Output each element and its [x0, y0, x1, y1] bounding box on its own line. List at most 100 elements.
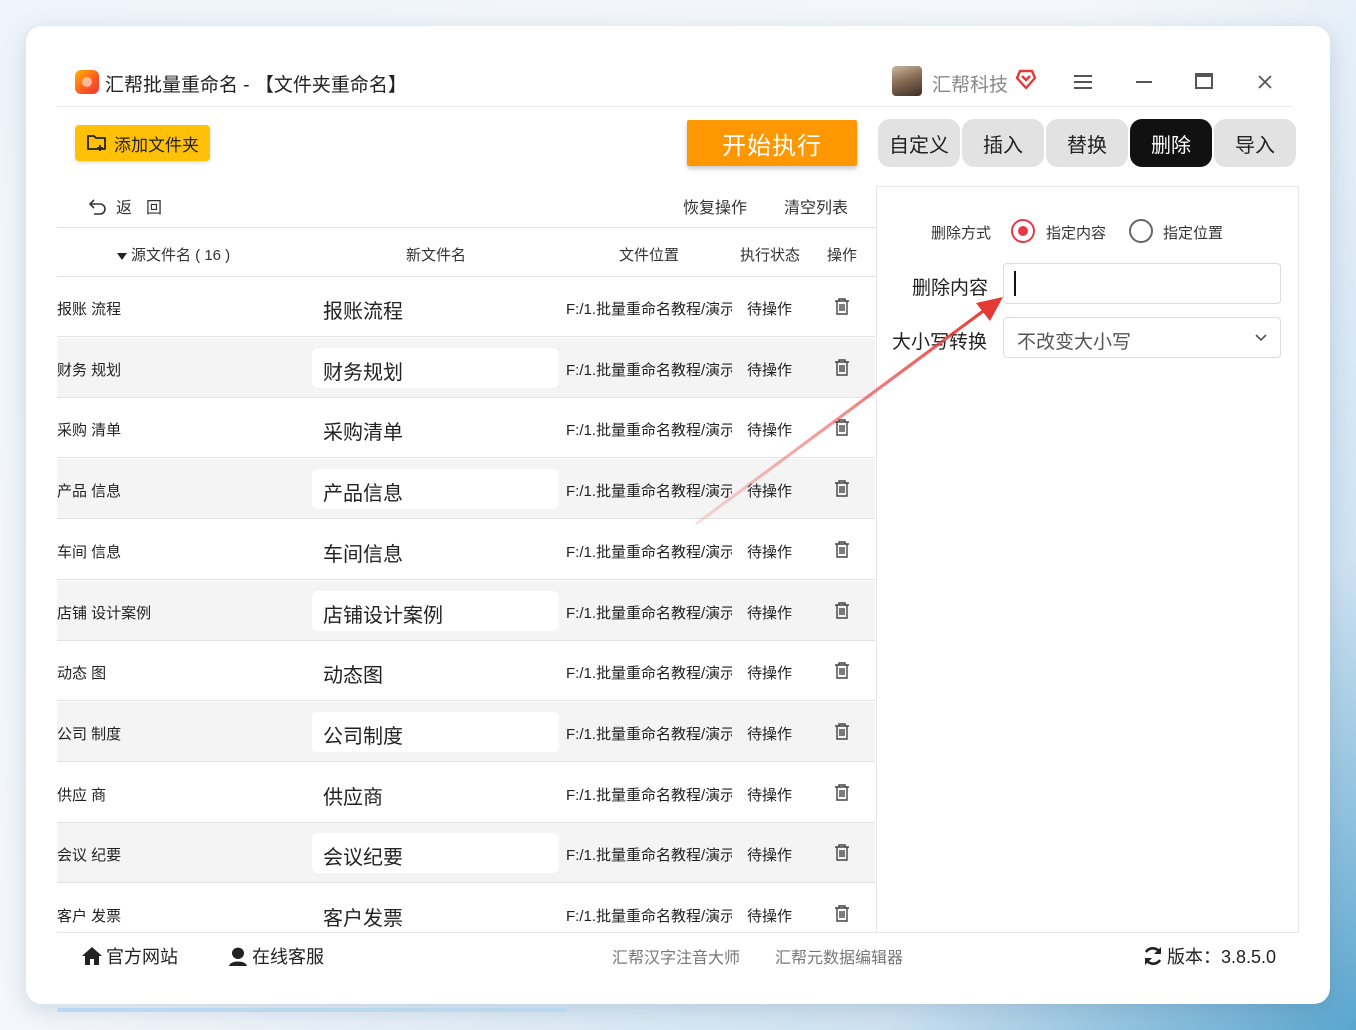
radio-specified-position[interactable] — [1129, 219, 1153, 243]
menu-icon[interactable] — [1074, 74, 1092, 90]
footer-divider — [57, 932, 1299, 933]
pinyin-tool-link[interactable]: 汇帮汉字注音大师 — [612, 944, 740, 968]
back-button[interactable]: 返回 — [88, 194, 176, 218]
table-row[interactable]: 供应 商 供应商 F:/1.批量重命名教程/演示 待操作 — [57, 763, 875, 823]
new-name: 报账流程 — [323, 301, 403, 323]
support-icon — [229, 946, 247, 966]
version-label: 版本：3.8.5.0 — [1167, 947, 1277, 967]
trash-icon[interactable] — [834, 358, 850, 377]
tab-insert[interactable]: 插入 — [962, 119, 1044, 167]
new-name: 店铺设计案例 — [323, 604, 443, 627]
new-name: 动态图 — [323, 665, 383, 688]
trash-icon[interactable] — [834, 904, 850, 923]
sort-desc-icon — [117, 252, 127, 260]
file-location: F:/1.批量重命名教程/演示 — [566, 483, 732, 501]
add-folder-icon — [87, 135, 106, 151]
tab-custom[interactable]: 自定义 — [878, 119, 960, 167]
new-name: 车间信息 — [323, 543, 403, 566]
source-name: 店铺 设计案例 — [57, 604, 152, 622]
refresh-icon — [1144, 947, 1162, 965]
column-header-location: 文件位置 — [619, 247, 680, 264]
vip-heart-icon[interactable] — [1014, 68, 1038, 90]
table-row[interactable]: 动态 图 动态图 F:/1.批量重命名教程/演示 待操作 — [57, 641, 875, 702]
new-name: 供应商 — [323, 786, 383, 809]
file-location: F:/1.批量重命名教程/演示 — [566, 786, 732, 804]
source-name: 报账 流程 — [57, 301, 122, 318]
minimize-icon[interactable] — [1136, 81, 1152, 83]
clear-list-button[interactable]: 清空列表 — [784, 194, 848, 218]
tab-delete[interactable]: 删除 — [1130, 119, 1212, 167]
trash-icon[interactable] — [834, 297, 850, 316]
source-name: 采购 清单 — [57, 422, 122, 440]
trash-icon[interactable] — [834, 661, 850, 680]
source-name: 动态 图 — [57, 665, 107, 683]
trash-icon[interactable] — [834, 479, 850, 498]
home-icon — [82, 947, 102, 965]
exec-status: 待操作 — [747, 301, 793, 318]
radio-specified-position-label[interactable]: 指定位置 — [1163, 222, 1223, 243]
brand-name: 汇帮科技 — [932, 75, 1009, 96]
exec-status: 待操作 — [747, 786, 793, 804]
source-name: 车间 信息 — [57, 543, 122, 561]
maximize-icon[interactable] — [1195, 73, 1213, 89]
table-row[interactable]: 财务 规划 财务规划 F:/1.批量重命名教程/演示 待操作 — [57, 337, 875, 398]
taskbar-strip — [57, 1008, 567, 1012]
exec-status: 待操作 — [747, 665, 793, 683]
table-row[interactable]: 客户 发票 客户发票 F:/1.批量重命名教程/演示 待操作 — [57, 884, 875, 932]
table-row[interactable]: 车间 信息 车间信息 F:/1.批量重命名教程/演示 待操作 — [57, 520, 875, 580]
table-row[interactable]: 报账 流程 报账流程 F:/1.批量重命名教程/演示 待操作 — [57, 277, 875, 337]
close-icon[interactable] — [1257, 74, 1273, 90]
case-conversion-select[interactable]: 不改变大小写 — [1003, 317, 1281, 358]
file-location: F:/1.批量重命名教程/演示 — [566, 604, 732, 622]
table-row[interactable]: 公司 制度 公司制度 F:/1.批量重命名教程/演示 待操作 — [57, 701, 875, 762]
source-name: 会议 纪要 — [57, 847, 122, 865]
official-website-link[interactable]: 官方网站 — [81, 943, 178, 969]
tab-replace[interactable]: 替换 — [1046, 119, 1128, 167]
add-folder-label: 添加文件夹 — [114, 135, 199, 155]
user-avatar[interactable] — [892, 66, 922, 96]
title-divider — [57, 106, 1292, 107]
exec-status: 待操作 — [747, 725, 793, 743]
metadata-editor-link[interactable]: 汇帮元数据编辑器 — [775, 944, 903, 968]
delete-content-input[interactable] — [1003, 263, 1281, 304]
add-folder-button[interactable]: 添加文件夹 — [75, 125, 210, 161]
restore-button[interactable]: 恢复操作 — [683, 194, 747, 218]
online-support-link[interactable]: 在线客服 — [227, 943, 324, 969]
trash-icon[interactable] — [834, 722, 850, 741]
new-name: 公司制度 — [323, 725, 403, 748]
online-support-label: 在线客服 — [252, 947, 324, 967]
table-row[interactable]: 店铺 设计案例 店铺设计案例 F:/1.批量重命名教程/演示 待操作 — [57, 580, 875, 641]
exec-status: 待操作 — [747, 604, 793, 622]
new-name: 财务规划 — [323, 361, 403, 384]
column-header-source-label: 源文件名 ( 16 ) — [131, 247, 231, 264]
table-row[interactable]: 产品 信息 产品信息 F:/1.批量重命名教程/演示 待操作 — [57, 459, 875, 520]
trash-icon[interactable] — [834, 601, 850, 620]
source-name: 产品 信息 — [57, 483, 122, 501]
trash-icon[interactable] — [834, 843, 850, 862]
case-conversion-label: 大小写转换 — [892, 332, 988, 353]
trash-icon[interactable] — [834, 418, 850, 437]
divider — [57, 227, 875, 228]
trash-icon[interactable] — [834, 783, 850, 802]
tab-import[interactable]: 导入 — [1214, 119, 1296, 167]
version-info[interactable]: 版本：3.8.5.0 — [1142, 943, 1276, 969]
table-row[interactable]: 会议 纪要 会议纪要 F:/1.批量重命名教程/演示 待操作 — [57, 823, 875, 884]
source-name: 公司 制度 — [57, 725, 122, 743]
column-header-source[interactable]: 源文件名 ( 16 ) — [117, 244, 230, 265]
file-location: F:/1.批量重命名教程/演示 — [566, 422, 732, 440]
file-location: F:/1.批量重命名教程/演示 — [566, 301, 732, 318]
file-location: F:/1.批量重命名教程/演示 — [566, 908, 732, 925]
table-row[interactable]: 采购 清单 采购清单 F:/1.批量重命名教程/演示 待操作 — [57, 398, 875, 459]
radio-specified-content[interactable] — [1011, 219, 1035, 243]
exec-status: 待操作 — [747, 361, 793, 379]
text-caret — [1014, 271, 1016, 296]
source-name: 财务 规划 — [57, 361, 122, 379]
radio-specified-content-label[interactable]: 指定内容 — [1046, 222, 1106, 243]
trash-icon[interactable] — [834, 540, 850, 559]
start-execute-button[interactable]: 开始执行 — [687, 120, 857, 166]
back-arrow-icon — [88, 199, 106, 215]
file-location: F:/1.批量重命名教程/演示 — [566, 543, 732, 561]
source-name: 客户 发票 — [57, 908, 122, 925]
new-name: 会议纪要 — [323, 847, 403, 870]
new-name: 产品信息 — [323, 483, 403, 506]
